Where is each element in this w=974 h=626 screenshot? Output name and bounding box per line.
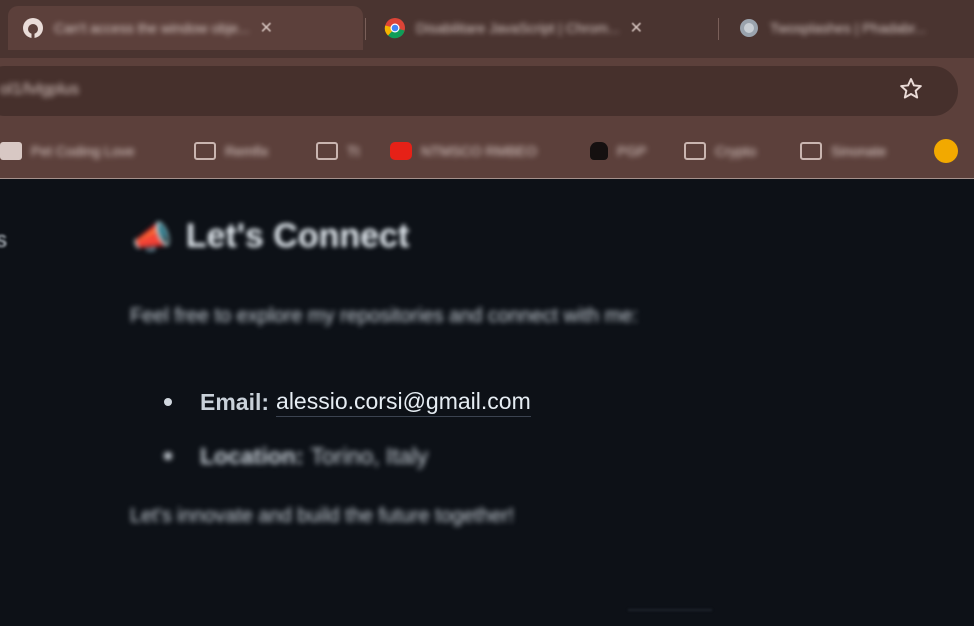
tab-strip: Can't access the window obje... ✕ Disabi… bbox=[0, 0, 974, 58]
tab-separator bbox=[365, 18, 366, 40]
tab-title: Can't access the window obje... bbox=[54, 20, 250, 36]
lock-icon bbox=[590, 142, 608, 160]
bookmark-label: Remfix bbox=[225, 143, 269, 159]
bookmark-label: Crypto bbox=[715, 143, 757, 159]
email-label: Email: bbox=[200, 388, 270, 415]
address-url[interactable]: ol1/lvlgplus bbox=[0, 81, 79, 99]
tab-separator bbox=[718, 18, 719, 40]
bookmark-label: Tt bbox=[347, 143, 360, 159]
bookmark-item[interactable]: NTMSCO RMBEO bbox=[390, 137, 537, 165]
bookmark-item[interactable]: Sinonate bbox=[800, 137, 886, 165]
folder-icon bbox=[194, 142, 216, 160]
address-bar[interactable]: ol1/lvlgplus bbox=[0, 66, 958, 116]
folder-icon bbox=[800, 142, 822, 160]
page-content: s 📣 Let's Connect Feel free to explore m… bbox=[0, 179, 974, 626]
outro-text: Let's innovate and build the future toge… bbox=[130, 505, 515, 527]
email-link[interactable]: alessio.corsi@gmail.com bbox=[276, 388, 531, 417]
tab-title: Twosplashes | Phadabr... bbox=[770, 20, 927, 36]
bookmark-label: Pet Coding Love bbox=[31, 143, 135, 159]
bookmark-label: Sinonate bbox=[831, 143, 887, 159]
tab-github[interactable]: Can't access the window obje... ✕ bbox=[8, 6, 363, 50]
divider bbox=[628, 609, 712, 611]
bookmark-star-icon[interactable] bbox=[896, 76, 926, 106]
list-item-location: Location: Torino, Italy bbox=[164, 429, 531, 483]
location-value: Torino, Italy bbox=[310, 442, 429, 469]
section-heading: 📣 Let's Connect bbox=[132, 217, 409, 256]
close-tab-icon[interactable]: ✕ bbox=[630, 18, 643, 38]
bullet bbox=[164, 398, 172, 406]
tab-chrome[interactable]: Disabilitare JavaScript | Chrom... ✕ bbox=[370, 6, 715, 50]
location-label: Location: bbox=[200, 442, 304, 469]
tab-title: Disabilitare JavaScript | Chrom... bbox=[416, 20, 620, 36]
bookmark-label: PGP bbox=[617, 143, 647, 159]
browser-window: Can't access the window obje... ✕ Disabi… bbox=[0, 0, 974, 626]
image-icon bbox=[0, 142, 22, 160]
coin-icon bbox=[934, 139, 958, 163]
bookmarks-bar: Pet Coding Love Remfix Tt NTMSCO RMBEO P… bbox=[0, 124, 974, 179]
chrome-icon bbox=[384, 18, 405, 39]
bullet bbox=[164, 452, 172, 460]
folder-icon bbox=[316, 142, 338, 160]
heading-text: Let's Connect bbox=[185, 217, 410, 255]
intro-text: Feel free to explore my repositories and… bbox=[130, 305, 639, 327]
folder-icon bbox=[684, 142, 706, 160]
sidebar-fragment: s bbox=[0, 227, 7, 252]
bookmark-item[interactable]: PGP bbox=[590, 137, 647, 165]
megaphone-icon: 📣 bbox=[132, 218, 172, 255]
contact-list: Email: alessio.corsi@gmail.com Location:… bbox=[164, 375, 531, 483]
bookmark-item[interactable]: Remfix bbox=[194, 137, 269, 165]
youtube-icon bbox=[390, 142, 412, 160]
github-icon bbox=[23, 18, 43, 38]
tab-third[interactable]: Twosplashes | Phadabr... bbox=[724, 6, 974, 50]
bookmark-item[interactable]: Crypto bbox=[684, 137, 756, 165]
bookmark-label: NTMSCO RMBEO bbox=[421, 143, 537, 159]
bookmark-item[interactable]: Tt bbox=[316, 137, 359, 165]
bookmark-item[interactable] bbox=[934, 137, 958, 165]
bookmark-item[interactable]: Pet Coding Love bbox=[0, 137, 135, 165]
globe-icon bbox=[740, 19, 758, 37]
close-tab-icon[interactable]: ✕ bbox=[260, 18, 273, 38]
star-icon bbox=[900, 78, 922, 99]
browser-toolbar: ol1/lvlgplus bbox=[0, 58, 974, 124]
list-item-email: Email: alessio.corsi@gmail.com bbox=[164, 375, 531, 429]
